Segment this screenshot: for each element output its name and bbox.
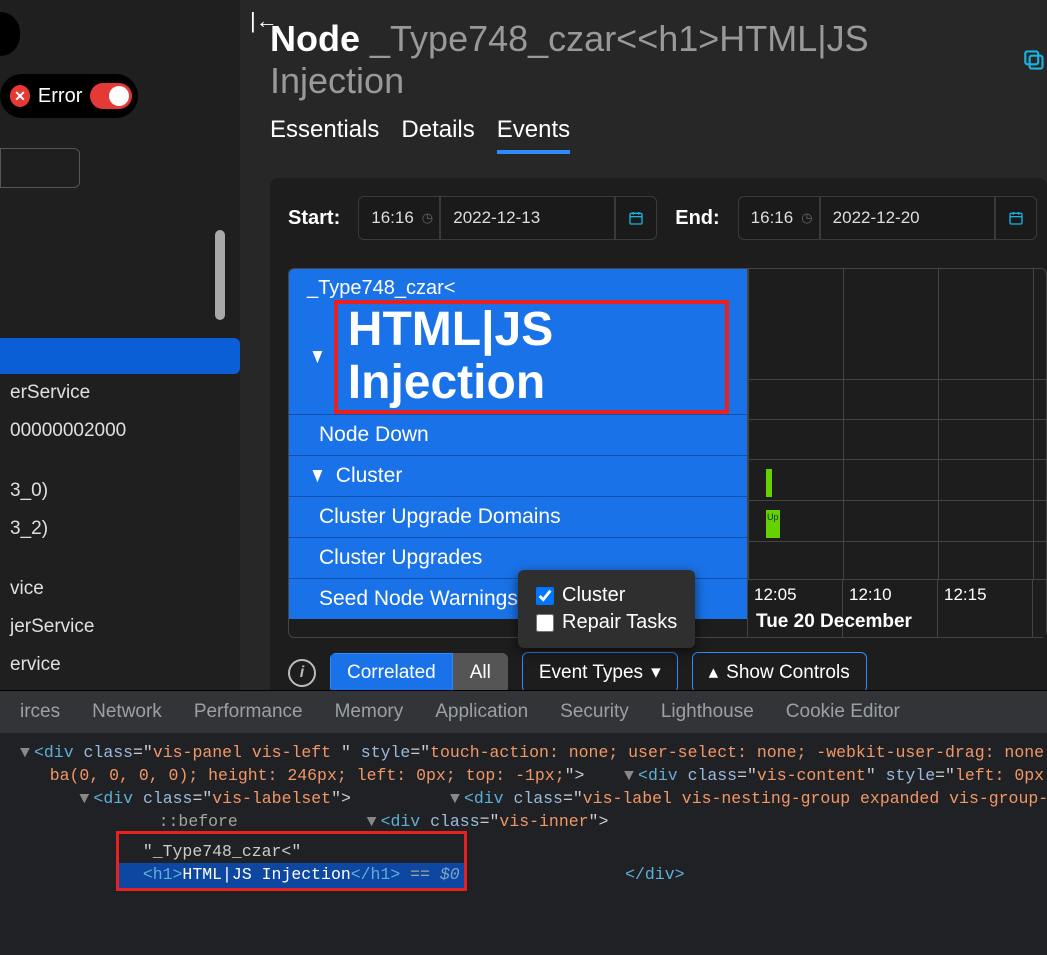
end-picker[interactable]: 16:16◷ 2022-12-20	[738, 196, 1037, 240]
filter-popup: Cluster Repair Tasks	[518, 570, 695, 638]
tabs: Essentials Details Events	[270, 116, 1047, 154]
search-input[interactable]	[0, 148, 80, 188]
dt-tab[interactable]: Network	[92, 701, 162, 723]
start-label: Start:	[288, 207, 340, 230]
dt-tab[interactable]: Lighthouse	[661, 701, 754, 723]
end-label: End:	[675, 207, 719, 230]
dt-tab[interactable]: irces	[20, 701, 60, 723]
sidebar-item[interactable]: erService	[0, 374, 240, 412]
tab-details[interactable]: Details	[401, 116, 474, 154]
events-card: Start: 16:16◷ 2022-12-13 End: 16:16◷ 202…	[270, 178, 1047, 690]
show-controls-button[interactable]: ▴Show Controls	[692, 652, 867, 690]
chevron-down-icon: ▼	[309, 464, 326, 488]
event-types-dropdown[interactable]: Event Types▾	[522, 652, 678, 690]
error-toggle-pill[interactable]: ✕ Error	[0, 74, 138, 118]
checkbox-cluster[interactable]: Cluster	[536, 584, 677, 607]
tab-essentials[interactable]: Essentials	[270, 116, 379, 154]
sidebar-item[interactable]: jerService	[0, 608, 240, 646]
clock-icon: ◷	[801, 210, 812, 226]
pill-stub	[0, 12, 20, 56]
chevron-down-icon: ▾	[651, 661, 661, 684]
event-marker[interactable]: Up	[766, 510, 780, 538]
main-panel: |← Node _Type748_czar<<h1>HTML|JS Inject…	[240, 0, 1047, 690]
sidebar-item[interactable]: 3_0)	[0, 472, 240, 510]
copy-icon[interactable]	[1021, 47, 1047, 73]
elements-tree[interactable]: ▼<div class="vis-panel vis-left " style=…	[0, 733, 1047, 891]
sidebar-item[interactable]	[0, 338, 240, 374]
timeline-labels: _Type748_czar< ▼HTML|JS Injection Node D…	[288, 268, 748, 638]
dt-tab[interactable]: Security	[560, 701, 629, 723]
dt-tab[interactable]: Application	[435, 701, 528, 723]
clock-icon: ◷	[422, 210, 433, 226]
dt-tab[interactable]: Performance	[194, 701, 303, 723]
calendar-icon[interactable]	[615, 196, 657, 240]
controls-row: i Correlated All Event Types▾ ▴Show Cont…	[288, 652, 1047, 690]
chevron-down-icon: ▼	[309, 345, 326, 369]
timeline-row[interactable]: Cluster Upgrade Domains	[289, 496, 747, 537]
correlated-button[interactable]: Correlated	[330, 653, 453, 691]
devtools: irces Network Performance Memory Applica…	[0, 690, 1047, 955]
timeline-group[interactable]: ▼Cluster	[289, 455, 747, 496]
start-picker[interactable]: 16:16◷ 2022-12-13	[358, 196, 657, 240]
collapse-icon[interactable]: |←	[250, 8, 278, 34]
timeline-grid[interactable]: Up 12:05 12:10 12:15 Tue 20 December	[748, 268, 1047, 638]
timeline-axis: 12:05 12:10 12:15 Tue 20 December	[748, 579, 1046, 637]
highlighted-source: "_Type748_czar<" <h1>HTML|JS Injection</…	[116, 831, 467, 891]
dt-tab[interactable]: Memory	[335, 701, 404, 723]
timeline: _Type748_czar< ▼HTML|JS Injection Node D…	[288, 268, 1047, 638]
tab-events[interactable]: Events	[497, 116, 570, 154]
event-marker[interactable]	[766, 469, 772, 497]
sidebar-list: erService 00000002000 3_0) 3_2) vice jer…	[0, 338, 240, 684]
close-icon: ✕	[10, 85, 30, 107]
sidebar: ✕ Error erService 00000002000 3_0) 3_2) …	[0, 0, 240, 690]
info-icon[interactable]: i	[288, 659, 316, 687]
scrollbar[interactable]	[215, 230, 225, 320]
timeline-group[interactable]: _Type748_czar< ▼HTML|JS Injection	[289, 269, 747, 414]
timeline-row[interactable]: Node Down	[289, 414, 747, 455]
chevron-up-icon: ▴	[709, 661, 719, 684]
calendar-icon[interactable]	[995, 196, 1037, 240]
sidebar-item[interactable]: 3_2)	[0, 510, 240, 548]
dt-tab[interactable]: Cookie Editor	[786, 701, 900, 723]
error-label: Error	[38, 85, 82, 108]
sidebar-item[interactable]: vice	[0, 570, 240, 608]
sidebar-item[interactable]: ervice	[0, 646, 240, 684]
checkbox-repair[interactable]: Repair Tasks	[536, 611, 677, 634]
page-title: Node _Type748_czar<<h1>HTML|JS Injection	[270, 18, 1047, 102]
all-button[interactable]: All	[453, 653, 508, 691]
toggle-switch[interactable]	[90, 83, 132, 109]
sidebar-item[interactable]: 00000002000	[0, 412, 240, 450]
devtools-tabs: irces Network Performance Memory Applica…	[0, 691, 1047, 733]
